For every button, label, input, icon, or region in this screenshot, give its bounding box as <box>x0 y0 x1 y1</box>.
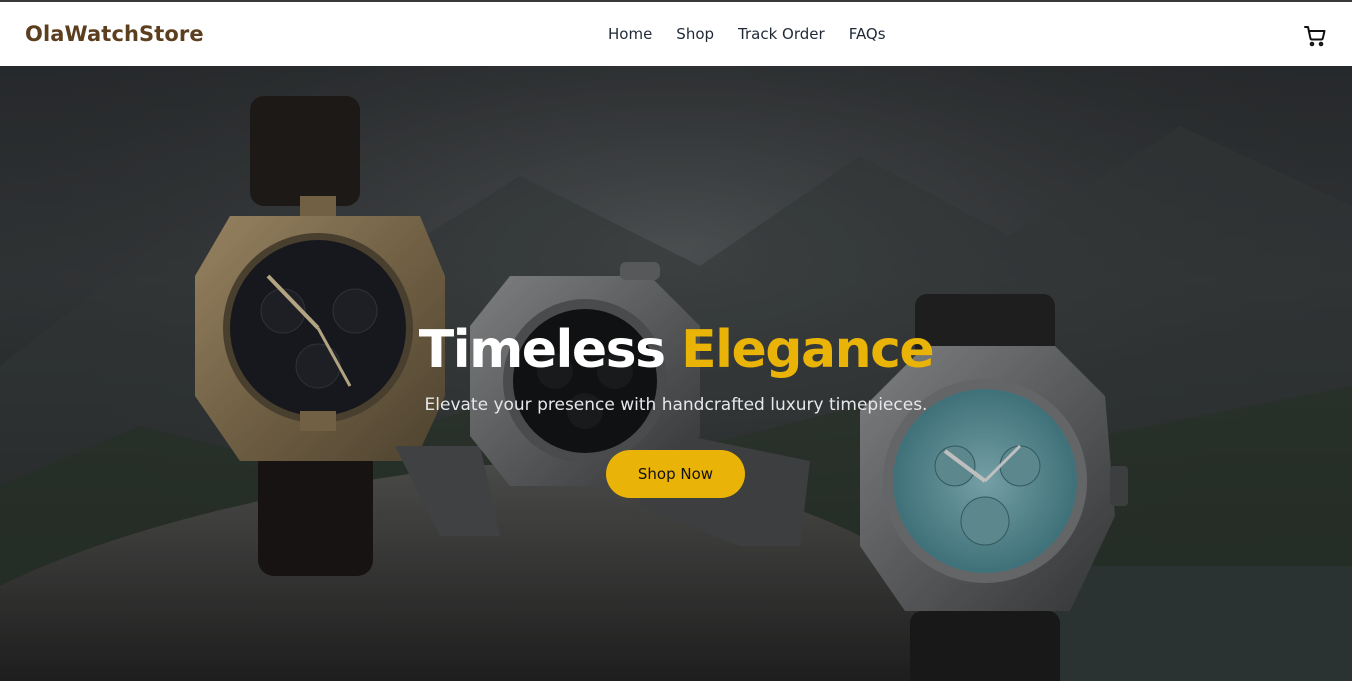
headline-word-1: Timeless <box>418 320 666 380</box>
shop-now-button[interactable]: Shop Now <box>606 450 745 498</box>
main-nav: Home Shop Track Order FAQs <box>608 25 886 43</box>
site-header: OlaWatchStore Home Shop Track Order FAQs <box>0 0 1352 66</box>
hero-headline: Timeless Elegance <box>0 320 1352 380</box>
site-logo[interactable]: OlaWatchStore <box>25 22 204 46</box>
nav-home[interactable]: Home <box>608 25 652 43</box>
hero-subtitle: Elevate your presence with handcrafted l… <box>424 395 928 415</box>
hero-banner: Timeless Elegance Elevate your presence … <box>0 66 1352 681</box>
nav-track-order[interactable]: Track Order <box>738 25 825 43</box>
nav-shop[interactable]: Shop <box>676 25 714 43</box>
shopping-cart-icon[interactable] <box>1303 24 1327 48</box>
nav-faqs[interactable]: FAQs <box>849 25 886 43</box>
headline-accent-word: Elegance <box>681 320 935 380</box>
